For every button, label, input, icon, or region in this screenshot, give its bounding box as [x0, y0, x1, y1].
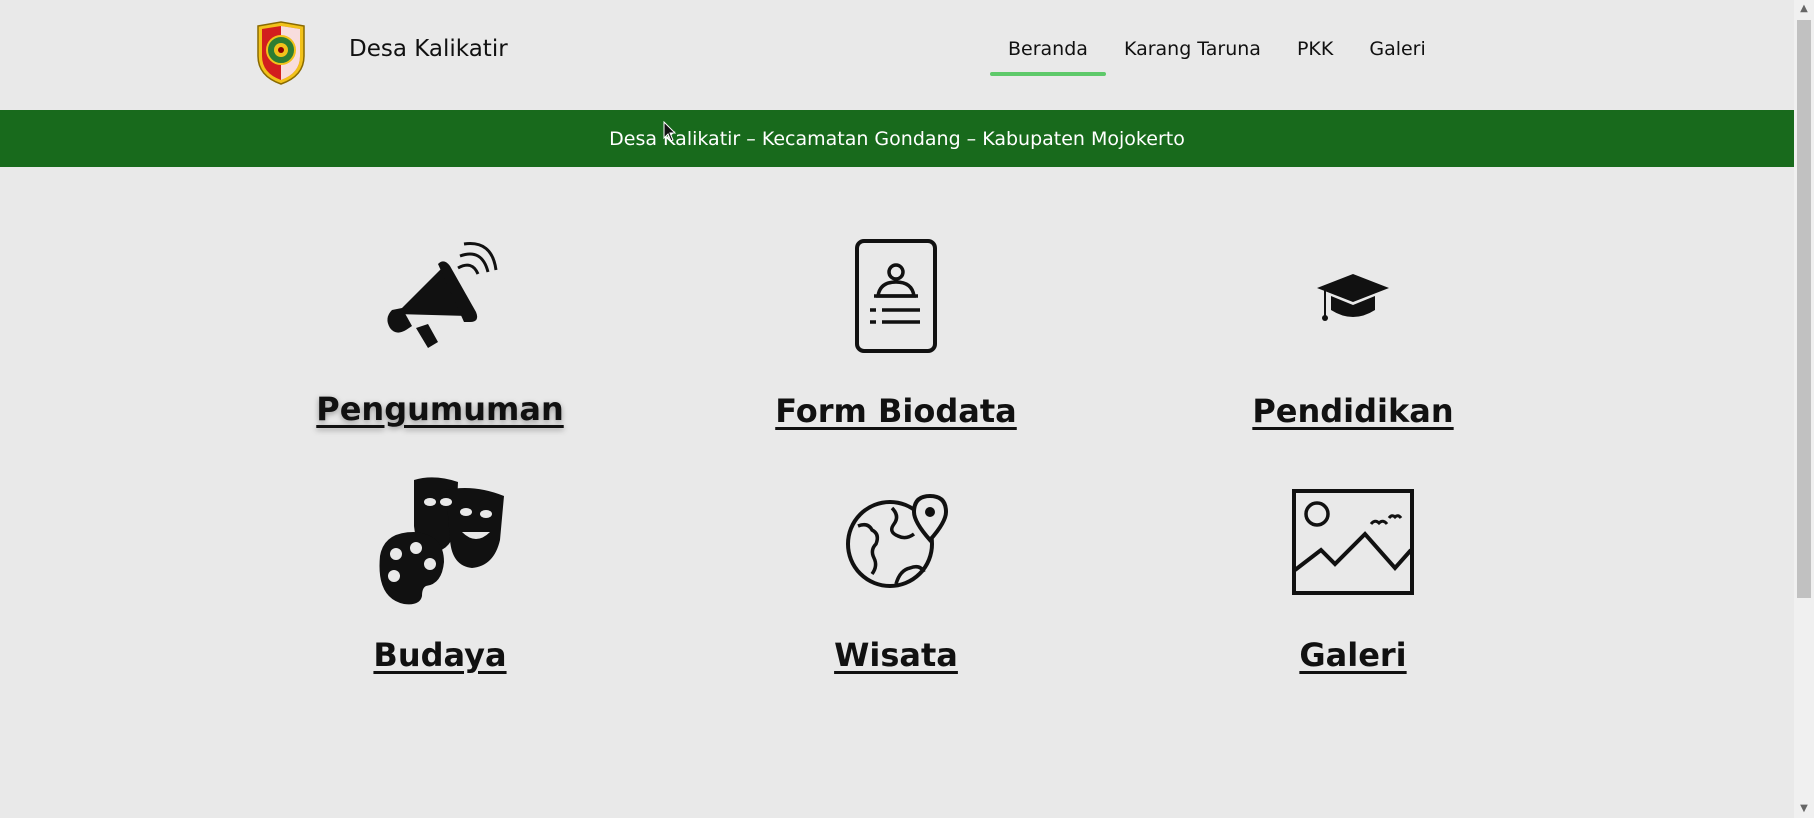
nav-item-karang-taruna[interactable]: Karang Taruna — [1106, 30, 1279, 76]
scrollbar-thumb[interactable] — [1797, 20, 1811, 598]
menu-label-form-biodata[interactable]: Form Biodata — [736, 392, 1056, 430]
main-nav: Beranda Karang Taruna PKK Galeri — [990, 30, 1444, 76]
banner-text: Desa Kalikatir – Kecamatan Gondang – Kab… — [609, 127, 1185, 150]
globe-location-icon — [844, 493, 949, 588]
page: Desa Kalikatir Beranda Karang Taruna PKK… — [0, 0, 1794, 818]
menu-label-pendidikan[interactable]: Pendidikan — [1193, 392, 1513, 430]
menu-card-form-biodata[interactable]: Form Biodata — [736, 230, 1056, 440]
menu-card-pendidikan[interactable]: Pendidikan — [1193, 230, 1513, 440]
site-title[interactable]: Desa Kalikatir — [349, 36, 508, 62]
vertical-scrollbar[interactable]: ▲ ▼ — [1794, 0, 1814, 818]
scroll-up-arrow-icon[interactable]: ▲ — [1794, 0, 1814, 18]
nav-item-pkk[interactable]: PKK — [1279, 30, 1351, 76]
menu-label-pengumuman[interactable]: Pengumuman — [280, 390, 600, 428]
menu-card-budaya[interactable]: Budaya — [280, 474, 600, 684]
menu-card-pengumuman[interactable]: Pengumuman — [280, 230, 600, 440]
menu-label-budaya[interactable]: Budaya — [280, 636, 600, 674]
mouse-cursor-icon — [663, 120, 677, 143]
menu-label-galeri[interactable]: Galeri — [1193, 636, 1513, 674]
graduation-cap-icon — [1315, 270, 1391, 326]
location-banner: Desa Kalikatir – Kecamatan Gondang – Kab… — [0, 110, 1794, 167]
menu-card-galeri[interactable]: Galeri — [1193, 474, 1513, 684]
village-emblem-icon[interactable] — [254, 20, 308, 86]
megaphone-icon — [382, 238, 498, 354]
id-card-icon — [854, 238, 938, 354]
scroll-down-arrow-icon[interactable]: ▼ — [1794, 800, 1814, 818]
header: Desa Kalikatir Beranda Karang Taruna PKK… — [0, 0, 1794, 110]
image-icon — [1291, 488, 1415, 596]
menu-label-wisata[interactable]: Wisata — [736, 636, 1056, 674]
menu-card-wisata[interactable]: Wisata — [736, 474, 1056, 684]
nav-item-galeri[interactable]: Galeri — [1351, 30, 1443, 76]
nav-item-beranda[interactable]: Beranda — [990, 30, 1106, 76]
theater-masks-icon — [374, 476, 506, 606]
